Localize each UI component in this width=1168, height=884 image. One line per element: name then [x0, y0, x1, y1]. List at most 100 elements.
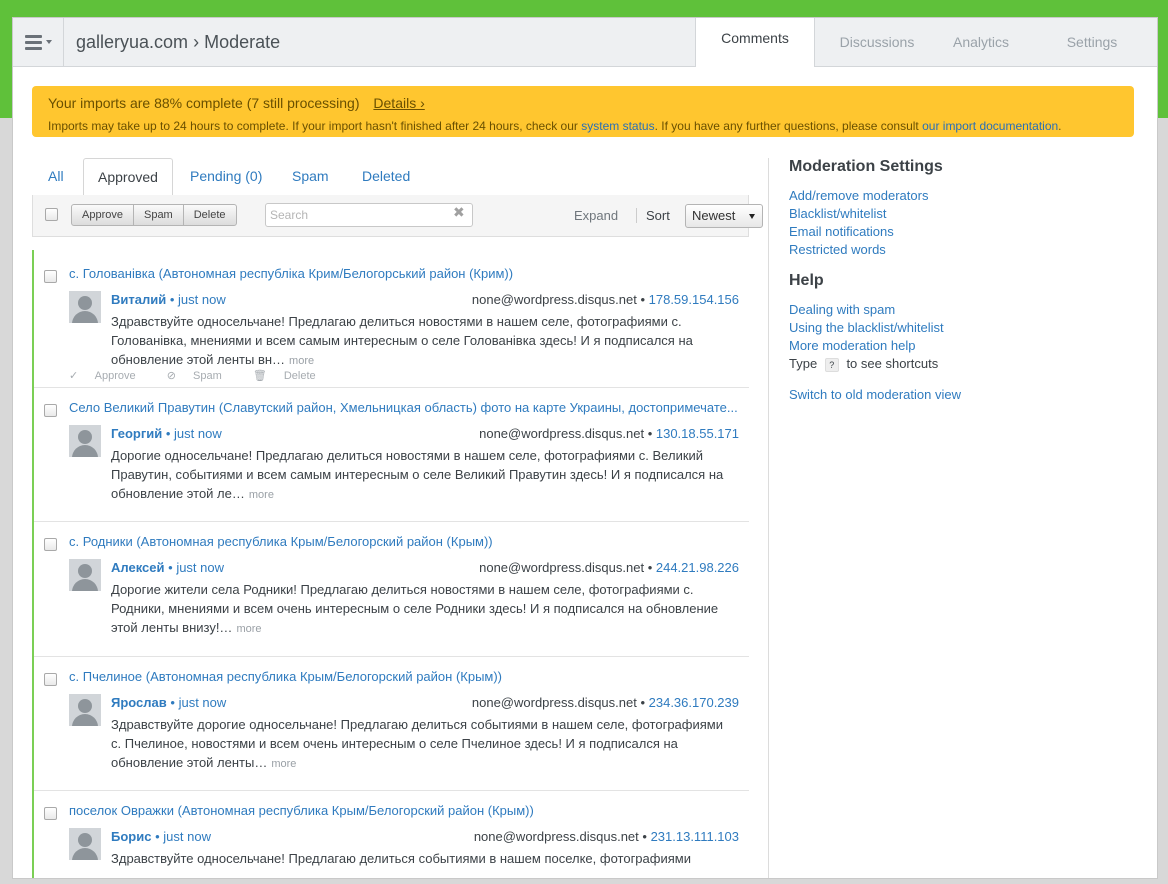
breadcrumb-site[interactable]: galleryua.com [76, 32, 188, 52]
comment-item: с. Родники (Автономная республика Крым/Б… [34, 522, 749, 657]
details-link[interactable]: Details › [373, 95, 424, 111]
spam-action[interactable]: ⊘ Spam [167, 370, 236, 382]
more-link[interactable]: more [289, 355, 314, 367]
check-icon: ✓ [69, 370, 79, 382]
comment-text: Здравствуйте дорогие односельчане! Предл… [111, 717, 723, 770]
moderation-settings-heading: Moderation Settings [789, 158, 943, 175]
author-email: none@wordpress.disqus.net [473, 829, 639, 844]
trash-icon: 🗑 [252, 370, 267, 382]
comment-checkbox[interactable] [44, 270, 57, 283]
author-link[interactable]: Ярослав [111, 695, 167, 710]
import-docs-link[interactable]: our import documentation [922, 119, 1058, 133]
switch-old-view-link[interactable]: Switch to old moderation view [789, 386, 1129, 404]
avatar[interactable] [69, 828, 101, 860]
author-link[interactable]: Георгий [111, 426, 162, 441]
avatar[interactable] [69, 425, 101, 457]
clear-search-icon[interactable]: ✖ [453, 204, 465, 221]
comment-checkbox[interactable] [44, 807, 57, 820]
bulk-toolbar: Approve Spam Delete ✖ Expand Sort Newest [32, 195, 763, 237]
bulk-spam-button[interactable]: Spam [134, 205, 184, 225]
comment-body: Здравствуйте односельчане! Предлагаю дел… [111, 312, 736, 371]
avatar[interactable] [69, 291, 101, 323]
comment-actions: ✓ Approve ⊘ Spam 🗑 Delete [69, 369, 344, 382]
author-contact: none@wordpress.disqus.net • 234.36.170.2… [471, 695, 739, 710]
hamburger-icon [25, 35, 42, 53]
comment-meta: Алексей • just now [111, 560, 225, 575]
tab-analytics[interactable]: Analytics [931, 18, 1031, 66]
top-bar: galleryua.com › Moderate Comments Discus… [13, 18, 1157, 67]
avatar[interactable] [69, 559, 101, 591]
delete-action[interactable]: 🗑 Delete [253, 370, 330, 382]
tab-comments[interactable]: Comments [695, 18, 815, 67]
author-contact: none@wordpress.disqus.net • 178.59.154.1… [471, 292, 739, 307]
thread-title-link[interactable]: с. Голованівка (Автономная республіка Кр… [69, 266, 513, 281]
tab-settings[interactable]: Settings [1042, 18, 1142, 66]
thread-title-link[interactable]: поселок Овражки (Автономная республика К… [69, 803, 534, 818]
comment-body: Здравствуйте дорогие односельчане! Предл… [111, 715, 736, 774]
search-input[interactable] [265, 203, 473, 227]
comment-checkbox[interactable] [44, 404, 57, 417]
comment-checkbox[interactable] [44, 538, 57, 551]
ip-address-link[interactable]: 130.18.55.171 [656, 426, 739, 441]
thread-title-link[interactable]: с. Родники (Автономная республика Крым/Б… [69, 534, 493, 549]
tab-discussions[interactable]: Discussions [827, 18, 927, 66]
filter-spam[interactable]: Spam [292, 158, 329, 195]
caret-down-icon [46, 40, 52, 44]
sort-label: Sort [636, 208, 670, 223]
timestamp-link[interactable]: just now [178, 292, 226, 307]
sidebar: Moderation Settings Add/remove moderator… [789, 158, 1129, 404]
filter-deleted[interactable]: Deleted [362, 158, 410, 195]
author-link[interactable]: Алексей [111, 560, 165, 575]
system-status-link[interactable]: system status [581, 119, 654, 133]
sort-select[interactable]: Newest [685, 204, 763, 228]
timestamp-link[interactable]: just now [163, 829, 211, 844]
thread-title-link[interactable]: с. Пчелиное (Автономная республика Крым/… [69, 669, 502, 684]
bulk-delete-button[interactable]: Delete [184, 205, 236, 225]
banner-text-3: . [1058, 119, 1062, 133]
help-heading: Help [789, 272, 824, 289]
approve-action[interactable]: ✓ Approve [69, 370, 150, 382]
timestamp-link[interactable]: just now [174, 426, 222, 441]
expand-button[interactable]: Expand [574, 208, 618, 223]
timestamp-link[interactable]: just now [176, 560, 224, 575]
comment-item: Село Великий Правутин (Славутский район,… [34, 388, 749, 522]
menu-button[interactable] [13, 18, 64, 66]
more-help-link[interactable]: More moderation help [789, 337, 1129, 355]
comment-body: Здравствуйте односельчане! Предлагаю дел… [111, 849, 736, 868]
restricted-words-link[interactable]: Restricted words [789, 241, 1129, 259]
author-contact: none@wordpress.disqus.net • 244.21.98.22… [479, 560, 739, 575]
comment-meta: Ярослав • just now [111, 695, 227, 710]
comment-item: с. Пчелиное (Автономная республика Крым/… [34, 657, 749, 791]
dealing-with-spam-link[interactable]: Dealing with spam [789, 301, 1129, 319]
timestamp-link[interactable]: just now [179, 695, 227, 710]
author-link[interactable]: Виталий [111, 292, 166, 307]
import-status-banner: Your imports are 88% complete (7 still p… [32, 86, 1134, 137]
comment-text: Здравствуйте односельчане! Предлагаю дел… [111, 851, 691, 866]
shortcut-type-text: Type [789, 356, 818, 371]
add-remove-moderators-link[interactable]: Add/remove moderators [789, 187, 1129, 205]
ban-icon: ⊘ [166, 370, 176, 382]
comment-item: поселок Овражки (Автономная республика К… [34, 791, 749, 878]
filter-approved[interactable]: Approved [83, 158, 173, 197]
select-all-checkbox[interactable] [45, 208, 58, 221]
ip-address-link[interactable]: 178.59.154.156 [649, 292, 739, 307]
bulk-approve-button[interactable]: Approve [72, 205, 134, 225]
email-notifications-link[interactable]: Email notifications [789, 223, 1129, 241]
author-email: none@wordpress.disqus.net [471, 695, 637, 710]
using-blacklist-link[interactable]: Using the blacklist/whitelist [789, 319, 1129, 337]
ip-address-link[interactable]: 234.36.170.239 [649, 695, 739, 710]
blacklist-whitelist-link[interactable]: Blacklist/whitelist [789, 205, 1129, 223]
author-link[interactable]: Борис [111, 829, 151, 844]
more-link[interactable]: more [271, 758, 296, 770]
thread-title-link[interactable]: Село Великий Правутин (Славутский район,… [69, 400, 738, 415]
moderation-panel: galleryua.com › Moderate Comments Discus… [12, 17, 1158, 879]
more-link[interactable]: more [249, 489, 274, 501]
banner-title: Your imports are 88% complete (7 still p… [48, 95, 360, 111]
filter-pending[interactable]: Pending (0) [190, 158, 262, 195]
ip-address-link[interactable]: 231.13.111.103 [651, 829, 739, 844]
avatar[interactable] [69, 694, 101, 726]
more-link[interactable]: more [236, 623, 261, 635]
ip-address-link[interactable]: 244.21.98.226 [656, 560, 739, 575]
comment-checkbox[interactable] [44, 673, 57, 686]
filter-all[interactable]: All [48, 158, 64, 195]
